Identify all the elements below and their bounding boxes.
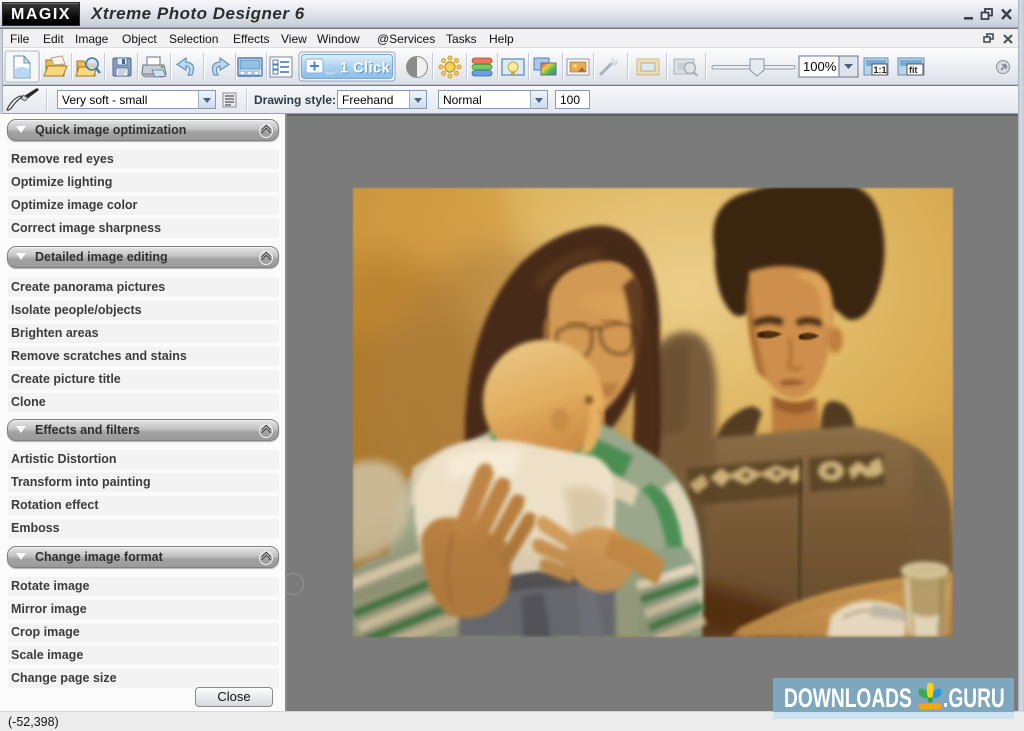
svg-text:fit: fit bbox=[909, 65, 918, 75]
svg-text:1:1: 1:1 bbox=[874, 65, 887, 75]
svg-text:100%: 100% bbox=[803, 59, 837, 74]
svg-text:1 Click: 1 Click bbox=[340, 61, 391, 77]
